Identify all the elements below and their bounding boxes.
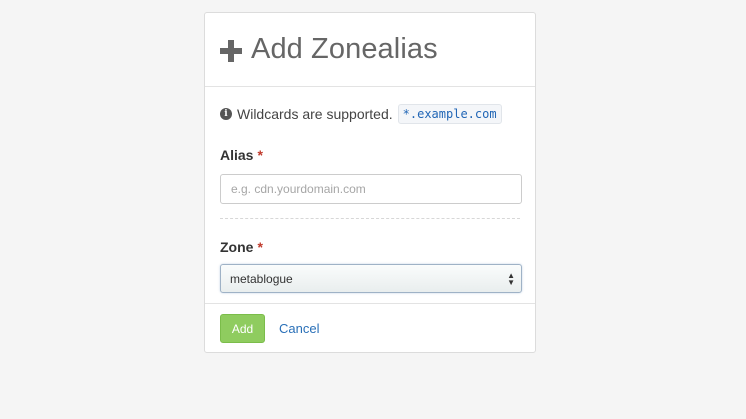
form-body: i Wildcards are supported. *.example.com…: [205, 87, 535, 293]
alias-label: Alias *: [220, 145, 520, 165]
updown-icon: ▲ ▼: [507, 270, 515, 287]
plus-icon: [220, 39, 242, 62]
hint-text: Wildcards are supported.: [237, 106, 393, 122]
zone-required-mark: *: [257, 239, 263, 255]
cancel-link[interactable]: Cancel: [279, 321, 319, 336]
zone-select[interactable]: metablogue ▲ ▼: [220, 264, 522, 293]
zone-label: Zone *: [220, 237, 520, 257]
add-zonealias-card: Add Zonealias i Wildcards are supported.…: [204, 12, 536, 353]
alias-required-mark: *: [257, 147, 263, 163]
alias-input[interactable]: [220, 174, 522, 204]
example-code: *.example.com: [397, 104, 502, 124]
divider: [220, 218, 520, 219]
page-title: Add Zonealias: [251, 33, 438, 65]
card-footer: Add Cancel: [205, 303, 535, 353]
wildcard-hint: i Wildcards are supported. *.example.com: [220, 87, 520, 137]
zone-selected-value: metablogue: [230, 271, 293, 286]
info-icon: i: [220, 108, 232, 120]
zone-label-text: Zone: [220, 239, 254, 255]
add-button[interactable]: Add: [220, 314, 265, 343]
card-header: Add Zonealias: [205, 13, 535, 87]
alias-label-text: Alias: [220, 147, 254, 163]
